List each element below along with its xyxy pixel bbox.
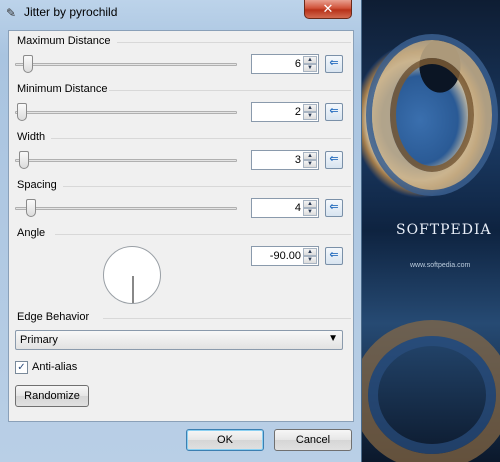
max-distance-slider[interactable] (15, 55, 237, 73)
reset-arrow-icon: ⇐ (329, 105, 339, 117)
spin-down-icon[interactable]: ▼ (303, 256, 317, 264)
edge-behavior-selected: Primary (20, 334, 58, 346)
background-brand-text: SOFTPEDIA (396, 222, 492, 238)
spin-down-icon[interactable]: ▼ (303, 208, 317, 216)
divider (103, 318, 351, 319)
max-distance-value[interactable]: 6 (295, 58, 301, 70)
jitter-dialog-window: ✎ Jitter by pyrochild ✕ Maximum Distance… (0, 0, 362, 462)
reset-arrow-icon: ⇐ (329, 249, 339, 261)
width-value[interactable]: 3 (295, 154, 301, 166)
randomize-button[interactable]: Randomize (15, 385, 89, 407)
slider-track (15, 111, 237, 114)
angle-label: Angle (17, 227, 46, 239)
edge-behavior-dropdown[interactable]: Primary ▼ (15, 330, 343, 350)
min-distance-reset-button[interactable]: ⇐ (325, 103, 343, 121)
spacing-reset-button[interactable]: ⇐ (325, 199, 343, 217)
max-distance-spinbox[interactable]: 6 ▲ ▼ (251, 54, 319, 74)
reset-arrow-icon: ⇐ (329, 153, 339, 165)
width-slider[interactable] (15, 151, 237, 169)
angle-dial[interactable] (103, 246, 161, 304)
angle-value[interactable]: -90.00 (270, 250, 301, 262)
spin-up-icon[interactable]: ▲ (303, 56, 317, 64)
spin-up-icon[interactable]: ▲ (303, 104, 317, 112)
divider (55, 234, 351, 235)
slider-track (15, 159, 237, 162)
slider-track (15, 207, 237, 210)
cancel-button[interactable]: Cancel (274, 429, 352, 451)
reset-arrow-icon: ⇐ (329, 201, 339, 213)
spacing-spinbox[interactable]: 4 ▲ ▼ (251, 198, 319, 218)
background-ring-lower (352, 320, 500, 462)
spin-down-icon[interactable]: ▼ (303, 160, 317, 168)
anti-alias-label[interactable]: Anti-alias (32, 361, 77, 373)
edge-behavior-label: Edge Behavior (17, 311, 90, 323)
chevron-down-icon[interactable]: ▼ (328, 333, 338, 344)
min-distance-slider[interactable] (15, 103, 237, 121)
width-label: Width (17, 131, 46, 143)
divider (117, 42, 351, 43)
reset-arrow-icon: ⇐ (329, 57, 339, 69)
slider-track (15, 63, 237, 66)
spacing-value[interactable]: 4 (295, 202, 301, 214)
width-spinbox[interactable]: 3 ▲ ▼ (251, 150, 319, 170)
min-distance-value[interactable]: 2 (295, 106, 301, 118)
min-distance-spinbox[interactable]: 2 ▲ ▼ (251, 102, 319, 122)
background-url-text: www.softpedia.com (410, 262, 471, 269)
slider-thumb[interactable] (17, 103, 27, 121)
spacing-slider[interactable] (15, 199, 237, 217)
spin-up-icon[interactable]: ▲ (303, 152, 317, 160)
slider-thumb[interactable] (26, 199, 36, 217)
dialog-client-area: Maximum Distance 6 ▲ ▼ ⇐ Minimum Distance… (8, 30, 354, 422)
title-bar[interactable]: ✎ Jitter by pyrochild ✕ (0, 0, 362, 26)
ok-button[interactable]: OK (186, 429, 264, 451)
divider (63, 186, 351, 187)
spacing-label: Spacing (17, 179, 57, 191)
max-distance-label: Maximum Distance (17, 35, 111, 47)
window-title: Jitter by pyrochild (24, 5, 118, 19)
slider-thumb[interactable] (19, 151, 29, 169)
spin-down-icon[interactable]: ▼ (303, 112, 317, 120)
background-ring (372, 40, 492, 190)
width-reset-button[interactable]: ⇐ (325, 151, 343, 169)
divider (109, 90, 351, 91)
angle-needle (132, 276, 134, 303)
min-distance-label: Minimum Distance (17, 83, 108, 95)
anti-alias-checkbox[interactable]: ✓ (15, 361, 28, 374)
max-distance-reset-button[interactable]: ⇐ (325, 55, 343, 73)
divider (51, 138, 351, 139)
app-icon: ✎ (6, 6, 17, 20)
angle-spinbox[interactable]: -90.00 ▲ ▼ (251, 246, 319, 266)
close-button[interactable]: ✕ (304, 0, 352, 19)
slider-thumb[interactable] (23, 55, 33, 73)
spin-up-icon[interactable]: ▲ (303, 200, 317, 208)
angle-reset-button[interactable]: ⇐ (325, 247, 343, 265)
spin-up-icon[interactable]: ▲ (303, 248, 317, 256)
spin-down-icon[interactable]: ▼ (303, 64, 317, 72)
